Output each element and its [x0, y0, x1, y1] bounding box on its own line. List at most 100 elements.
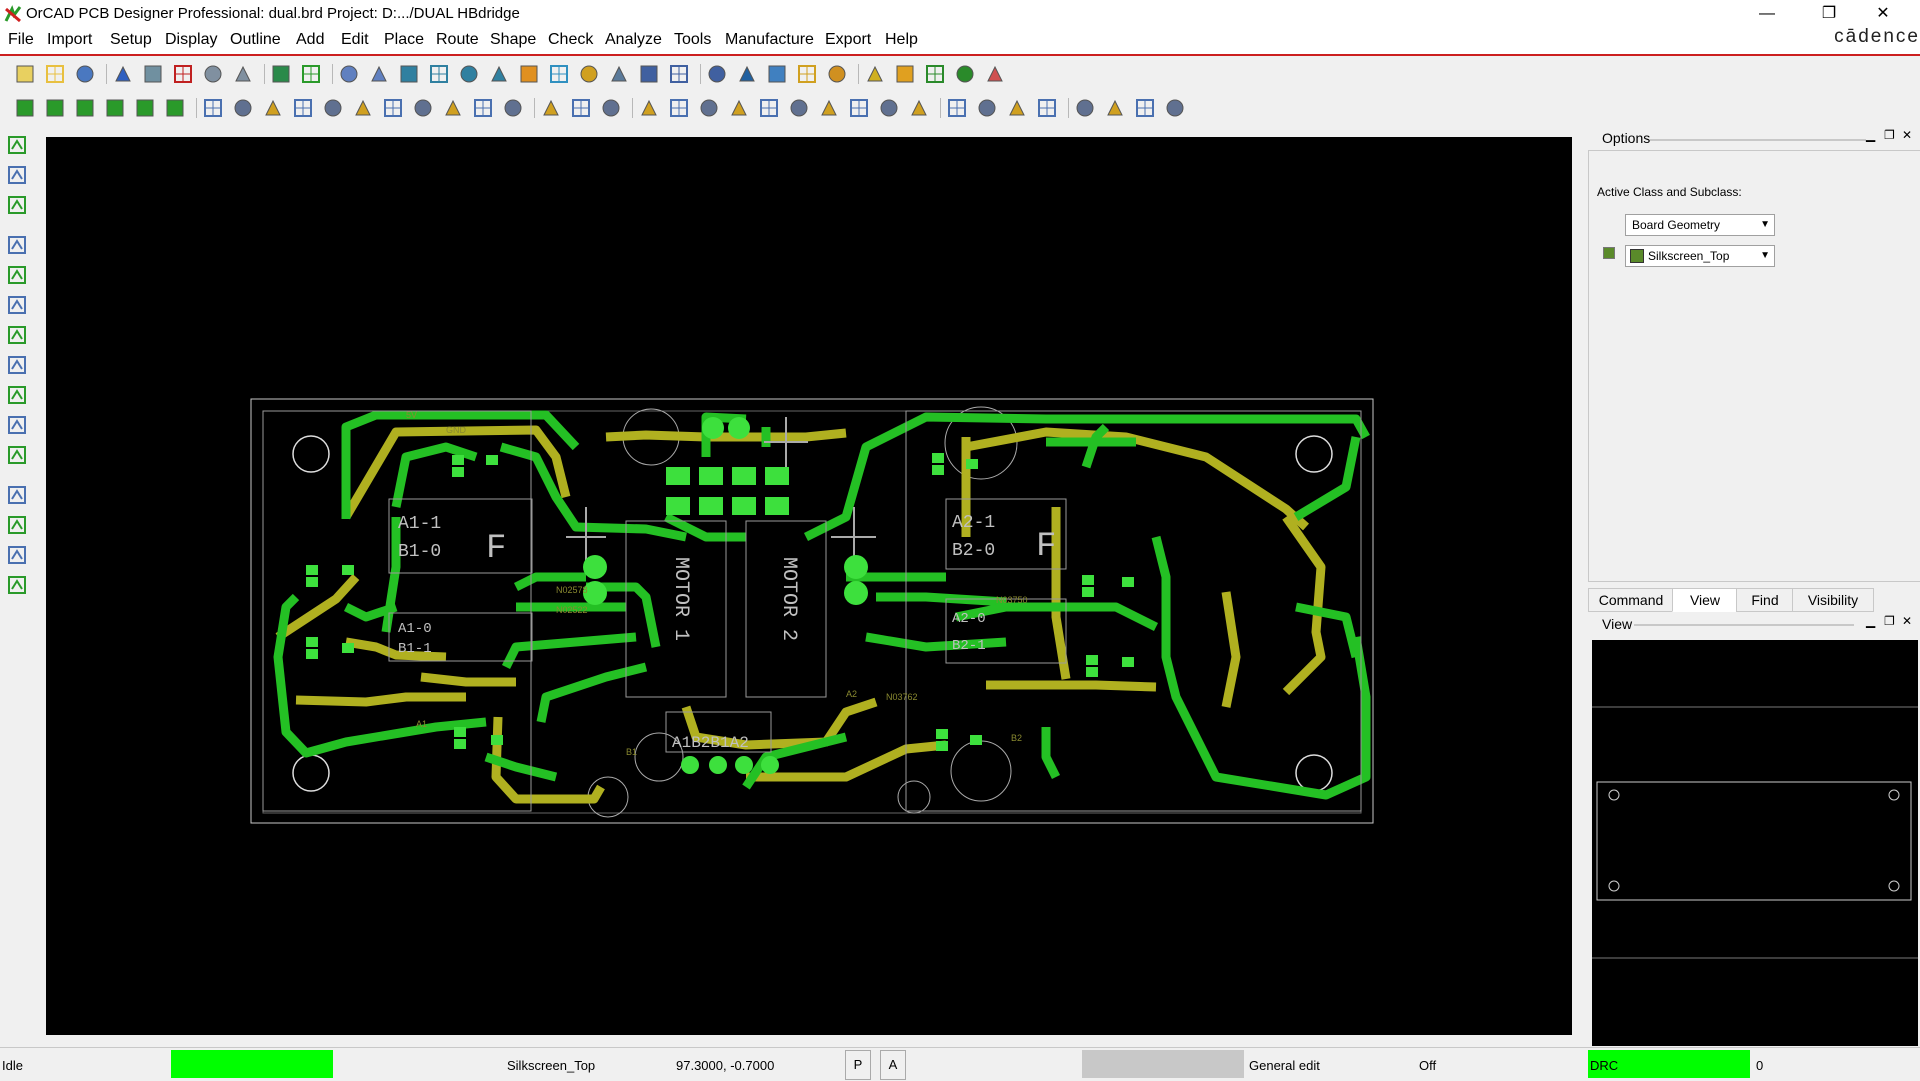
options-grip[interactable] — [1650, 139, 1866, 141]
array-icon[interactable] — [848, 97, 870, 119]
zoom-fit-icon[interactable] — [398, 63, 420, 85]
chart-icon[interactable] — [668, 97, 690, 119]
dimension-icon[interactable] — [540, 97, 562, 119]
cut-icon[interactable] — [322, 97, 344, 119]
measure-icon[interactable] — [796, 63, 818, 85]
delay-icon[interactable] — [6, 444, 28, 466]
menu-export[interactable]: Export — [825, 31, 871, 49]
shape-icon[interactable] — [6, 514, 28, 536]
menu-place[interactable]: Place — [384, 31, 424, 49]
shape-select-icon[interactable] — [164, 97, 186, 119]
fanout-icon[interactable] — [6, 324, 28, 346]
flip-icon[interactable] — [578, 63, 600, 85]
view-grip[interactable] — [1634, 624, 1854, 626]
snap-icon[interactable] — [818, 97, 840, 119]
view-close-icon[interactable]: ✕ — [1902, 614, 1912, 628]
zoom-out-icon[interactable] — [458, 63, 480, 85]
connect-icon[interactable] — [300, 63, 322, 85]
menu-edit[interactable]: Edit — [341, 31, 369, 49]
world-view-pane[interactable] — [1592, 640, 1918, 1046]
copy-icon[interactable] — [142, 63, 164, 85]
menu-help[interactable]: Help — [885, 31, 918, 49]
ruler-icon[interactable] — [864, 63, 886, 85]
text-edit-icon[interactable] — [6, 574, 28, 596]
view-float-icon[interactable]: ❐ — [1884, 614, 1895, 628]
subclass-dropdown[interactable]: Silkscreen_Top ▼ — [1625, 245, 1775, 267]
move-icon[interactable] — [112, 63, 134, 85]
text-icon[interactable] — [600, 97, 622, 119]
menu-manufacture[interactable]: Manufacture — [725, 31, 814, 49]
menu-tools[interactable]: Tools — [674, 31, 711, 49]
options-close-icon[interactable]: ✕ — [1902, 128, 1912, 142]
design-canvas[interactable]: A1-1 B1-0 A2-1 B2-0 A1-0 B1-1 A2-0 B2-1 … — [46, 137, 1572, 1035]
menu-file[interactable]: File — [8, 31, 34, 49]
waveform-icon[interactable] — [908, 97, 930, 119]
save-icon[interactable] — [74, 63, 96, 85]
delete-icon[interactable] — [172, 63, 194, 85]
info-icon[interactable] — [766, 63, 788, 85]
grid-icon[interactable] — [338, 63, 360, 85]
open-file-icon[interactable] — [44, 63, 66, 85]
via-icon[interactable] — [472, 97, 494, 119]
shape-fill-icon[interactable] — [14, 97, 36, 119]
tab-visibility[interactable]: Visibility — [1792, 588, 1874, 612]
close-button[interactable]: ✕ — [1860, 0, 1906, 28]
menu-add[interactable]: Add — [296, 31, 324, 49]
lamp-icon[interactable] — [954, 63, 976, 85]
route-icon[interactable] — [6, 234, 28, 256]
view-minimize-icon[interactable]: ▁ — [1866, 614, 1875, 628]
calc-icon[interactable] — [1036, 97, 1058, 119]
shape-merge-icon[interactable] — [74, 97, 96, 119]
slide-icon[interactable] — [6, 294, 28, 316]
mail-icon[interactable] — [1134, 97, 1156, 119]
undo-icon[interactable] — [202, 63, 224, 85]
line-icon[interactable] — [6, 484, 28, 506]
refresh-icon[interactable] — [518, 63, 540, 85]
stripes-icon[interactable] — [6, 384, 28, 406]
rect-icon[interactable] — [202, 97, 224, 119]
layer-via-icon[interactable] — [6, 194, 28, 216]
zoom-world-icon[interactable] — [488, 63, 510, 85]
select-icon[interactable] — [292, 97, 314, 119]
redo-icon[interactable] — [232, 63, 254, 85]
window-icon[interactable] — [1074, 97, 1096, 119]
pattern-icon[interactable] — [728, 97, 750, 119]
paint-icon[interactable] — [894, 63, 916, 85]
envelope-icon[interactable] — [976, 97, 998, 119]
tab-command[interactable]: Command — [1588, 588, 1674, 612]
grid-settings-icon[interactable] — [608, 63, 630, 85]
menu-import[interactable]: Import — [47, 31, 92, 49]
camera-icon[interactable] — [698, 97, 720, 119]
shape-add-icon[interactable] — [134, 97, 156, 119]
doc-icon[interactable] — [946, 97, 968, 119]
options-minimize-icon[interactable]: ▁ — [1866, 128, 1875, 142]
pin-icon[interactable] — [270, 63, 292, 85]
tab-view[interactable]: View — [1672, 588, 1738, 612]
visibility-icon[interactable] — [736, 63, 758, 85]
report-icon[interactable] — [984, 63, 1006, 85]
place-icon[interactable] — [502, 97, 524, 119]
array2-icon[interactable] — [878, 97, 900, 119]
flag-icon[interactable] — [758, 97, 780, 119]
grid-icon[interactable] — [6, 414, 28, 436]
status-a-button[interactable]: A — [880, 1050, 906, 1080]
layer-top-icon[interactable] — [6, 134, 28, 156]
menu-check[interactable]: Check — [548, 31, 593, 49]
shape-void-icon[interactable] — [44, 97, 66, 119]
gift-icon[interactable] — [1006, 97, 1028, 119]
layer-sort-icon[interactable] — [668, 63, 690, 85]
number-icon[interactable] — [826, 63, 848, 85]
status-p-button[interactable]: P — [845, 1050, 871, 1080]
table-icon[interactable] — [638, 97, 660, 119]
circle-icon[interactable] — [262, 97, 284, 119]
light-icon[interactable] — [924, 63, 946, 85]
3d-view-icon[interactable] — [548, 63, 570, 85]
menu-setup[interactable]: Setup — [110, 31, 152, 49]
place-manual-icon[interactable] — [6, 264, 28, 286]
menu-display[interactable]: Display — [165, 31, 217, 49]
dimension-linear-icon[interactable] — [570, 97, 592, 119]
options-float-icon[interactable]: ❐ — [1884, 128, 1895, 142]
shape-edit-icon[interactable] — [104, 97, 126, 119]
rotate-icon[interactable] — [352, 97, 374, 119]
layer-icon[interactable] — [638, 63, 660, 85]
